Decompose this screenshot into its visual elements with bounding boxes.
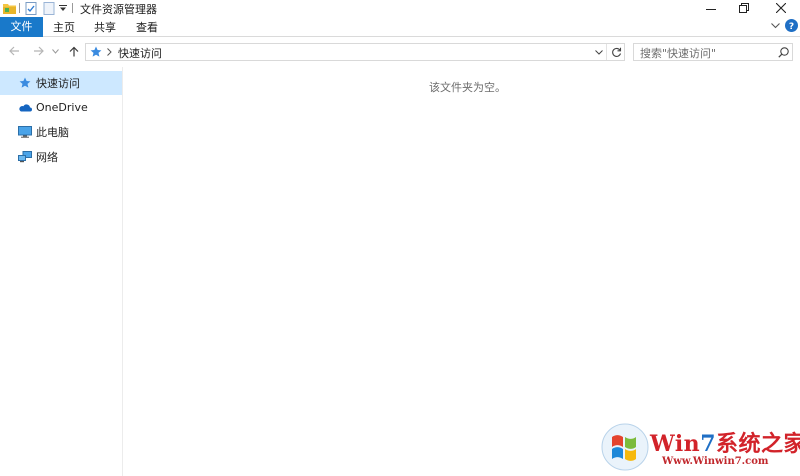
sidebar-item-label: 网络: [36, 151, 58, 164]
customize-toolbar-icon[interactable]: [58, 1, 68, 15]
back-button[interactable]: [6, 42, 22, 60]
arrow-up-icon: [69, 46, 79, 56]
tab-view[interactable]: 查看: [131, 18, 163, 37]
chevron-down-icon: [770, 23, 780, 29]
network-icon: [18, 150, 32, 164]
minimize-icon: [706, 9, 716, 10]
sidebar-item-network[interactable]: 网络: [0, 145, 122, 169]
chevron-down-icon: [595, 49, 603, 55]
chevron-down-icon: [51, 48, 59, 54]
search-box[interactable]: 搜索"快速访问": [633, 43, 793, 61]
arrow-right-icon: [33, 46, 44, 56]
chevron-right-icon[interactable]: [105, 46, 113, 58]
computer-icon: [18, 125, 32, 139]
properties-icon[interactable]: [24, 1, 38, 15]
tab-share[interactable]: 共享: [89, 18, 121, 37]
window-title: 文件资源管理器: [80, 3, 157, 16]
address-path[interactable]: 快速访问: [118, 45, 162, 61]
star-icon: [89, 45, 103, 59]
refresh-icon: [611, 47, 621, 57]
watermark-logo: Win7系统之家 Www.Winwin7.com: [600, 420, 800, 474]
separator: [19, 3, 20, 13]
help-icon: ?: [785, 19, 798, 32]
separator: [72, 3, 73, 13]
up-button[interactable]: [66, 42, 82, 60]
sidebar-item-label: OneDrive: [36, 100, 88, 114]
title-bar: 文件资源管理器: [0, 0, 800, 16]
cloud-icon: [18, 100, 32, 114]
close-button[interactable]: [766, 0, 796, 16]
watermark-url: Www.Winwin7.com: [662, 456, 769, 467]
tab-home[interactable]: 主页: [48, 18, 80, 37]
restore-icon: [739, 3, 749, 13]
sidebar-item-this-pc[interactable]: 此电脑: [0, 120, 122, 144]
help-button[interactable]: ?: [785, 19, 799, 33]
folder-app-icon: [2, 1, 16, 15]
sidebar-item-label: 此电脑: [36, 126, 69, 139]
refresh-button[interactable]: [610, 46, 622, 58]
sidebar-item-quick-access[interactable]: 快速访问: [0, 71, 122, 95]
watermark-brand: Win7系统之家: [650, 431, 800, 457]
ribbon-tabs: 文件 主页 共享 查看 ?: [0, 16, 800, 37]
restore-button[interactable]: [729, 0, 759, 16]
expand-ribbon-button[interactable]: [769, 20, 781, 32]
file-list-pane[interactable]: 该文件夹为空。: [124, 67, 800, 476]
sidebar-item-label: 快速访问: [36, 77, 80, 90]
separator: [606, 44, 607, 60]
svg-text:?: ?: [789, 22, 794, 32]
arrow-left-icon: [8, 46, 19, 56]
search-icon[interactable]: [777, 46, 789, 58]
address-bar[interactable]: 快速访问: [85, 43, 625, 61]
close-icon: [776, 3, 786, 13]
new-folder-icon[interactable]: [42, 1, 56, 15]
navigation-bar: 快速访问 搜索"快速访问": [0, 38, 800, 65]
windows-logo-icon: [601, 423, 649, 471]
forward-button[interactable]: [30, 42, 46, 60]
sidebar-item-onedrive[interactable]: OneDrive: [0, 95, 122, 119]
empty-folder-message: 该文件夹为空。: [429, 81, 506, 94]
navigation-pane: 快速访问 OneDrive 此电脑 网络: [0, 67, 123, 476]
minimize-button[interactable]: [696, 0, 726, 16]
recent-locations-button[interactable]: [50, 42, 60, 60]
tab-file[interactable]: 文件: [0, 17, 43, 37]
search-input[interactable]: 搜索"快速访问": [640, 45, 716, 61]
star-icon: [18, 76, 32, 90]
address-history-button[interactable]: [594, 47, 604, 57]
